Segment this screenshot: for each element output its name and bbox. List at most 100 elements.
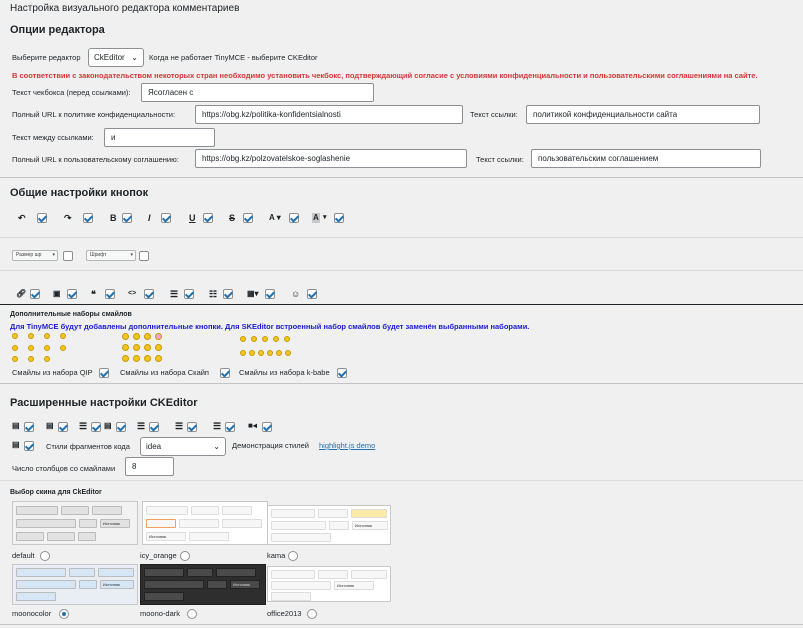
skin-label-office2013: office2013 bbox=[267, 609, 302, 618]
skin-radio-icy-orange[interactable] bbox=[180, 551, 190, 561]
terms-url-input[interactable]: https://obg.kz/polzovatelskoe-soglasheni… bbox=[195, 149, 467, 168]
font-size-select[interactable]: Размер шр ▾ bbox=[12, 250, 58, 261]
skin-preview-default[interactable]: Источник bbox=[12, 501, 138, 545]
paste-word-icon: ▤ bbox=[104, 421, 112, 430]
skype-smileys-preview bbox=[122, 333, 172, 363]
paste-text-icon: ▤ bbox=[46, 421, 54, 430]
skin-source-button: Источник bbox=[100, 519, 130, 528]
skin-radio-default[interactable] bbox=[40, 551, 50, 561]
paste-word-checkbox[interactable] bbox=[116, 422, 126, 432]
strikethrough-checkbox[interactable] bbox=[243, 213, 253, 223]
paste-text-checkbox[interactable] bbox=[58, 422, 68, 432]
align-left-checkbox[interactable] bbox=[91, 422, 101, 432]
skin-radio-office2013[interactable] bbox=[307, 609, 317, 619]
skin-preview-moono-dark[interactable]: Источник bbox=[140, 564, 266, 605]
privacy-url-input[interactable]: https://obg.kz/politika-konfidentsialnos… bbox=[195, 105, 463, 124]
font-family-select-label: Шрифт bbox=[90, 252, 107, 258]
checkbox-text-input[interactable]: Ясогласен с bbox=[141, 83, 374, 102]
redo-checkbox[interactable] bbox=[83, 213, 93, 223]
numbered-list-checkbox[interactable] bbox=[223, 289, 233, 299]
skype-smileys-label: Смайлы из набора Скайп bbox=[120, 368, 209, 377]
link-checkbox[interactable] bbox=[30, 289, 40, 299]
editor-select-value: CkEditor bbox=[94, 53, 125, 62]
skin-radio-kama[interactable] bbox=[288, 551, 298, 561]
chevron-down-icon: ▾ bbox=[323, 214, 327, 221]
editor-select[interactable]: CkEditor ⌄ bbox=[88, 48, 144, 67]
blockquote-icon: ❝ bbox=[91, 289, 96, 299]
chevron-down-icon: ⌄ bbox=[213, 442, 220, 451]
skin-radio-moono-dark[interactable] bbox=[187, 609, 197, 619]
skin-label-kama: kama bbox=[267, 551, 286, 560]
choose-editor-label: Выберите редактор bbox=[12, 53, 81, 62]
table-checkbox[interactable] bbox=[265, 289, 275, 299]
video-checkbox[interactable] bbox=[262, 422, 272, 432]
smiley-columns-input[interactable]: 8 bbox=[125, 457, 174, 476]
section-divider bbox=[0, 304, 803, 305]
kbabe-smileys-preview bbox=[240, 336, 296, 362]
between-links-label: Текст между ссылками: bbox=[12, 133, 94, 142]
section-divider bbox=[0, 383, 803, 384]
buttons-heading: Общие настройки кнопок bbox=[10, 187, 149, 199]
skin-label-moono-dark: moono-dark bbox=[140, 609, 181, 618]
between-links-input[interactable]: и bbox=[104, 128, 215, 147]
chevron-down-icon: ⌄ bbox=[131, 53, 138, 62]
code-icon: <> bbox=[128, 290, 137, 297]
code-styles-value: idea bbox=[146, 442, 162, 451]
background-color-checkbox[interactable] bbox=[334, 213, 344, 223]
font-size-checkbox[interactable] bbox=[63, 251, 73, 261]
bold-icon: B bbox=[110, 213, 117, 223]
privacy-link-input[interactable]: политикой конфиденциальности сайта bbox=[526, 105, 760, 124]
code-checkbox[interactable] bbox=[144, 289, 154, 299]
numbered-list-icon: ☷ bbox=[209, 289, 218, 299]
row-divider bbox=[0, 480, 803, 481]
smiley-columns-label: Число столбцов со смайлами bbox=[12, 464, 116, 473]
row-divider bbox=[0, 237, 803, 238]
qip-smileys-checkbox[interactable] bbox=[99, 368, 109, 378]
style-demo-label: Демонстрация стилей bbox=[232, 441, 309, 450]
font-family-select[interactable]: Шрифт ▾ bbox=[86, 250, 136, 261]
smileys-note: Для TinyMCE будут добавлены дополнительн… bbox=[10, 322, 530, 331]
skype-smileys-checkbox[interactable] bbox=[220, 368, 230, 378]
skin-preview-moonocolor[interactable]: Источник bbox=[12, 564, 138, 605]
terms-link-input[interactable]: пользовательским соглашением bbox=[531, 149, 761, 168]
skin-preview-kama[interactable]: Источник bbox=[267, 505, 391, 545]
template-checkbox[interactable] bbox=[24, 422, 34, 432]
smiley-checkbox[interactable] bbox=[307, 289, 317, 299]
link-icon: 🔗︎ bbox=[16, 289, 27, 298]
template-icon: ▤ bbox=[12, 421, 20, 430]
image-checkbox[interactable] bbox=[67, 289, 77, 299]
chevron-down-icon: ▾ bbox=[52, 252, 55, 258]
skin-preview-icy-orange[interactable]: Источник bbox=[142, 501, 268, 545]
font-family-checkbox[interactable] bbox=[139, 251, 149, 261]
checkbox-text-label: Текст чекбокса (перед ссылками): bbox=[12, 88, 131, 97]
qip-smileys-label: Смайлы из набора QIP bbox=[12, 368, 93, 377]
bold-checkbox[interactable] bbox=[122, 213, 132, 223]
justify-icon: ☰ bbox=[213, 421, 222, 431]
undo-icon: ↶ bbox=[18, 213, 26, 223]
skin-label-default: default bbox=[12, 551, 35, 560]
section-divider bbox=[0, 624, 803, 625]
highlightjs-demo-link[interactable]: highlight.js demo bbox=[319, 441, 375, 450]
text-color-checkbox[interactable] bbox=[289, 213, 299, 223]
skin-label-icy-orange: icy_orange bbox=[140, 551, 177, 560]
justify-checkbox[interactable] bbox=[225, 422, 235, 432]
underline-checkbox[interactable] bbox=[203, 213, 213, 223]
bullet-list-checkbox[interactable] bbox=[184, 289, 194, 299]
skin-source-button: Источник bbox=[230, 580, 260, 589]
font-size-select-label: Размер шр bbox=[16, 252, 42, 258]
skin-source-button: Источник bbox=[100, 580, 134, 589]
align-left-icon: ☰ bbox=[79, 421, 88, 431]
skin-preview-office2013[interactable]: Источник bbox=[267, 566, 391, 602]
code-snippet-checkbox[interactable] bbox=[24, 441, 34, 451]
italic-icon: I bbox=[148, 213, 151, 223]
blockquote-checkbox[interactable] bbox=[105, 289, 115, 299]
align-right-checkbox[interactable] bbox=[187, 422, 197, 432]
code-styles-select[interactable]: idea ⌄ bbox=[140, 437, 226, 456]
skin-radio-moonocolor[interactable] bbox=[59, 609, 69, 619]
qip-smileys-preview bbox=[12, 333, 72, 363]
kbabe-smileys-label: Смайлы из набора k-babe bbox=[239, 368, 330, 377]
italic-checkbox[interactable] bbox=[161, 213, 171, 223]
align-center-checkbox[interactable] bbox=[149, 422, 159, 432]
undo-checkbox[interactable] bbox=[37, 213, 47, 223]
kbabe-smileys-checkbox[interactable] bbox=[337, 368, 347, 378]
